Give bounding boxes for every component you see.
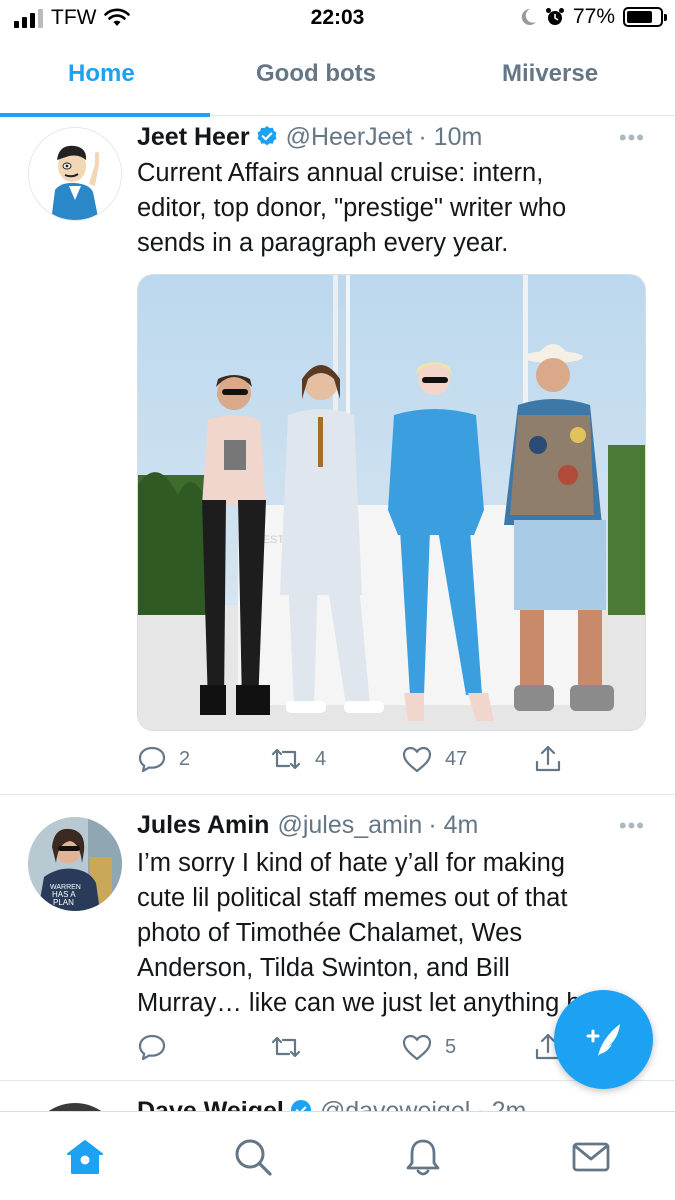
more-options-icon[interactable]: ••• [619, 125, 645, 151]
reply-count: 2 [179, 747, 191, 770]
retweet-count: 4 [315, 747, 327, 770]
verified-badge-icon [257, 126, 277, 146]
tweet-text-line: photo of Timothée Chalamet, Wes [137, 919, 523, 947]
battery-percentage: 77% [572, 5, 615, 28]
verified-badge-icon [290, 1100, 311, 1111]
display-name[interactable]: Dave Weigel [137, 1097, 284, 1111]
display-name[interactable]: Jules Amin [137, 811, 269, 840]
tweet-actions: 5 [137, 1032, 577, 1062]
handle[interactable]: @daveweigel [320, 1097, 470, 1111]
tab-home[interactable]: Home [68, 60, 135, 88]
tab-good-bots[interactable]: Good bots [256, 60, 376, 88]
bell-icon [406, 1139, 440, 1176]
tweet-timestamp[interactable]: · 4m [428, 811, 478, 840]
tweet-actions: 2 4 47 [137, 744, 577, 774]
more-options-icon[interactable]: ••• [619, 813, 645, 839]
status-bar: TFW 22:03 77% [0, 0, 675, 40]
tweet[interactable]: Dave Weigel @daveweigel · 2m [0, 1081, 675, 1111]
like-button[interactable]: 5 [401, 1032, 456, 1062]
handle[interactable]: @jules_amin [277, 811, 422, 840]
retweet-button[interactable] [269, 1032, 315, 1062]
heart-icon [402, 1034, 432, 1061]
search-icon [235, 1139, 272, 1176]
do-not-disturb-moon-icon [521, 8, 536, 25]
display-name[interactable]: Jeet Heer [137, 123, 250, 152]
tweet-text-line: sends in a paragraph every year. [137, 229, 509, 257]
timeline-feed[interactable]: Jeet Heer @HeerJeet · 10m ••• Current Af… [0, 117, 675, 1111]
like-button[interactable]: 47 [401, 744, 467, 774]
mail-icon [572, 1142, 610, 1172]
battery-level-fill [627, 11, 652, 23]
tweet-text-line: Anderson, Tilda Swinton, and Bill [137, 954, 510, 982]
tweet-text: Current Affairs annual cruise: intern, e… [137, 156, 635, 261]
heart-icon [402, 746, 432, 773]
reply-icon [138, 746, 166, 773]
compose-tweet-button[interactable] [554, 990, 653, 1089]
search-tab[interactable] [232, 1136, 274, 1183]
share-icon [535, 745, 561, 772]
bottom-navigation [0, 1111, 675, 1200]
tweet-text-line: Current Affairs annual cruise: intern, [137, 159, 544, 187]
retweet-icon [271, 1036, 301, 1058]
like-count: 5 [445, 1035, 457, 1058]
tweet-timestamp[interactable]: · 10m [418, 123, 482, 152]
avatar[interactable] [28, 1103, 122, 1111]
messages-tab[interactable] [570, 1136, 612, 1183]
retweet-button[interactable]: 4 [269, 744, 326, 774]
photo-four-people-at-festival: FESTIVAL [138, 275, 645, 730]
status-bar-right: 77% [519, 5, 667, 29]
tweet-timestamp[interactable]: · 2m [476, 1097, 526, 1111]
home-icon [67, 1140, 103, 1174]
avatar[interactable] [28, 127, 122, 221]
tweet-text: I’m sorry I kind of hate y’all for makin… [137, 846, 635, 1021]
share-button[interactable] [533, 744, 563, 774]
tweet-header: Jules Amin @jules_amin · 4m [137, 811, 655, 840]
reply-icon [138, 1034, 166, 1061]
like-count: 47 [445, 747, 468, 770]
tweet-header: Dave Weigel @daveweigel · 2m [137, 1097, 655, 1111]
cartoon-avatar-image [29, 128, 121, 220]
timeline-tabs: Home Good bots Miiverse [0, 40, 675, 117]
tweet-text-line: cute lil political staff memes out of th… [137, 884, 568, 912]
reply-button[interactable] [137, 1032, 179, 1062]
tweet-photo[interactable]: FESTIVAL [137, 274, 646, 731]
person-photo-avatar-image: WARREN HAS A PLAN [28, 817, 122, 911]
tweet-header: Jeet Heer @HeerJeet · 10m [137, 123, 655, 152]
tab-miiverse[interactable]: Miiverse [502, 60, 598, 88]
svg-text:PLAN: PLAN [53, 898, 74, 907]
alarm-clock-icon [545, 8, 564, 25]
avatar[interactable]: WARREN HAS A PLAN [28, 817, 122, 911]
tweet-text-line: I’m sorry I kind of hate y’all for makin… [137, 849, 565, 877]
tweet-text-line: editor, top donor, "prestige" writer who [137, 194, 567, 222]
handle[interactable]: @HeerJeet [286, 123, 413, 152]
notifications-tab[interactable] [402, 1136, 444, 1183]
battery-icon [623, 7, 667, 27]
home-tab[interactable] [64, 1136, 106, 1183]
reply-button[interactable]: 2 [137, 744, 190, 774]
compose-icon [586, 1023, 620, 1056]
retweet-icon [271, 748, 301, 770]
tweet[interactable]: Jeet Heer @HeerJeet · 10m ••• Current Af… [0, 117, 675, 795]
